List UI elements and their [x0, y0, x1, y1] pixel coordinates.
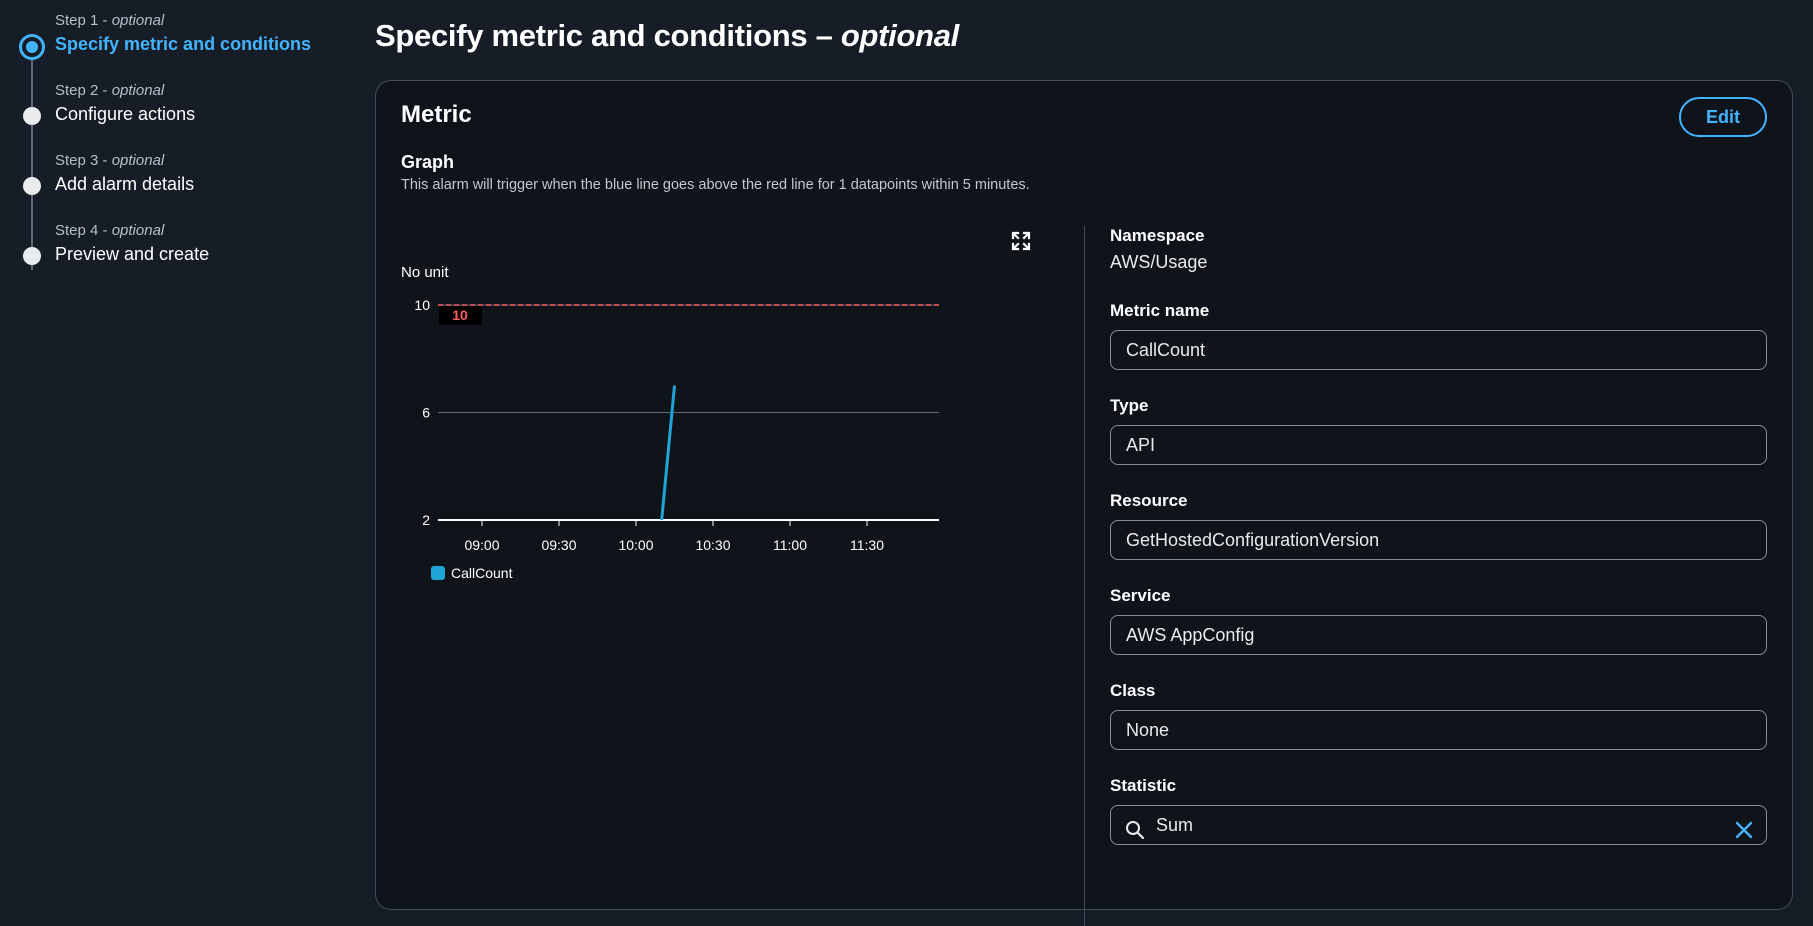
x-tick-label: 10:30 — [695, 537, 730, 553]
step-3-dot-icon — [23, 177, 41, 195]
y-tick-label: 6 — [422, 405, 430, 421]
step-2-number: Step 2 - — [55, 82, 112, 99]
step-4-number: Step 4 - — [55, 222, 112, 239]
step-1-title[interactable]: Specify metric and conditions — [55, 34, 311, 55]
x-tick-label: 09:00 — [464, 537, 499, 553]
step-3-optional: optional — [111, 152, 165, 169]
wizard-stepper: Step 1 - optional Specify metric and con… — [0, 0, 360, 875]
legend-swatch — [431, 566, 445, 580]
metric-container: Metric Edit Graph This alarm will trigge… — [375, 80, 1793, 926]
type-label: Type — [1110, 396, 1149, 415]
metric-name-label: Metric name — [1110, 301, 1210, 320]
page-title-dash: – — [807, 18, 841, 53]
vertical-divider — [1084, 226, 1085, 926]
metric-name-field[interactable]: CallCount — [1110, 330, 1767, 370]
page-title-optional: optional — [840, 18, 959, 53]
step-2-title[interactable]: Configure actions — [55, 104, 195, 125]
x-tick-label: 11:30 — [850, 537, 884, 553]
x-tick-label: 11:00 — [773, 537, 807, 553]
page-title-text: Specify metric and conditions — [375, 18, 808, 53]
step-2-dot-icon — [23, 107, 41, 125]
metric-chart: 2 6 10 09:00 09:30 10:00 10:30 11:00 11:30 10 Call… — [414, 297, 939, 581]
step-2-sub: Step 2 - optional — [55, 82, 164, 99]
series-line — [660, 385, 676, 521]
service-label: Service — [1110, 586, 1171, 605]
step-2-optional: optional — [111, 82, 165, 99]
statistic-search-field[interactable]: Sum — [1110, 805, 1767, 845]
statistic-label: Statistic — [1110, 776, 1177, 795]
edit-button[interactable]: Edit — [1679, 97, 1767, 137]
namespace-label: Namespace — [1110, 226, 1205, 245]
resource-field[interactable]: GetHostedConfigurationVersion — [1110, 520, 1767, 560]
step-3-title[interactable]: Add alarm details — [55, 174, 194, 195]
class-label: Class — [1110, 681, 1156, 700]
step-1-sub: Step 1 - optional — [55, 12, 164, 29]
step-1-number: Step 1 - — [55, 12, 112, 29]
service-field[interactable]: AWS AppConfig — [1110, 615, 1767, 655]
step-1-optional: optional — [111, 12, 165, 29]
namespace-value: AWS/Usage — [1110, 252, 1208, 272]
step-4-sub: Step 4 - optional — [55, 222, 164, 239]
step-3-number: Step 3 - — [55, 152, 112, 169]
class-field[interactable]: None — [1110, 710, 1767, 750]
close-icon[interactable] — [1734, 815, 1754, 853]
step-4-title[interactable]: Preview and create — [55, 244, 209, 265]
threshold-label: 10 — [452, 307, 468, 323]
resource-label: Resource — [1110, 491, 1188, 510]
statistic-value: Sum — [1156, 815, 1194, 835]
step-3-sub: Step 3 - optional — [55, 152, 164, 169]
y-tick-label: 10 — [414, 297, 430, 313]
x-tick-label: 10:00 — [618, 537, 653, 553]
step-1-dot-icon — [19, 34, 45, 60]
step-4-dot-icon — [23, 247, 41, 265]
page-title: Specify metric and conditions – optional — [375, 18, 959, 54]
y-tick-label: 2 — [422, 512, 430, 528]
step-4-optional: optional — [111, 222, 165, 239]
step-connector — [31, 60, 33, 270]
search-icon — [1125, 815, 1145, 853]
x-tick-label: 09:30 — [541, 537, 576, 553]
legend-label: CallCount — [451, 565, 513, 581]
type-field[interactable]: API — [1110, 425, 1767, 465]
